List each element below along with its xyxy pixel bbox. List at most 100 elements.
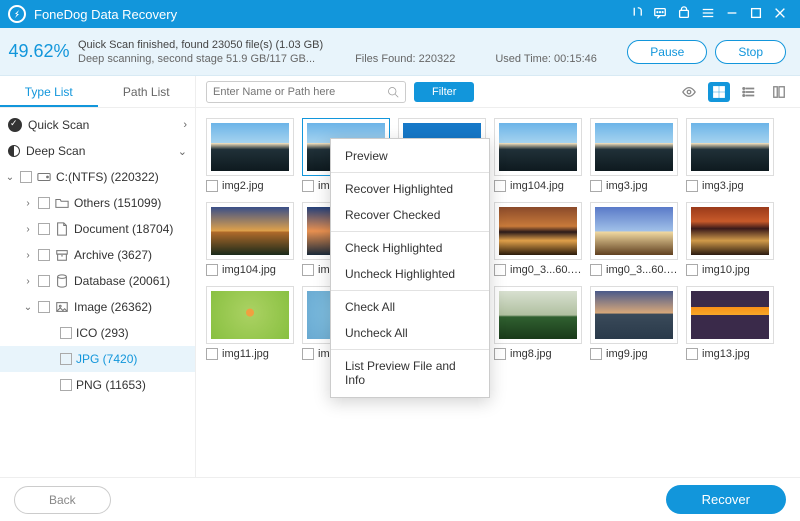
node-archive[interactable]: › Archive (3627)	[0, 242, 195, 268]
node-deep-scan[interactable]: Deep Scan ⌄	[0, 138, 195, 164]
thumbnail-item[interactable]: img9.jpg	[590, 286, 678, 360]
chevron-right-icon[interactable]: ›	[22, 198, 34, 209]
checkbox[interactable]	[590, 348, 602, 360]
node-quick-scan[interactable]: Quick Scan ›	[0, 112, 195, 138]
thumbnail-grid-wrap[interactable]: img2.jpgimg1.jpgimg2.jpgimg104.jpgimg3.j…	[196, 108, 800, 477]
menu-icon[interactable]	[696, 6, 720, 23]
node-image[interactable]: ⌄ Image (26362)	[0, 294, 195, 320]
node-png[interactable]: PNG (11653)	[0, 372, 195, 398]
checkbox[interactable]	[60, 379, 72, 391]
thumbnail-item[interactable]: img11.jpg	[206, 286, 294, 360]
stop-button[interactable]: Stop	[715, 40, 786, 64]
checkbox[interactable]	[38, 249, 50, 261]
thumbnail[interactable]	[686, 286, 774, 344]
others-label: Others (151099)	[74, 196, 161, 210]
close-icon[interactable]	[768, 6, 792, 23]
chevron-right-icon[interactable]: ›	[22, 276, 34, 287]
chevron-down-icon[interactable]: ⌄	[22, 302, 34, 313]
checkbox[interactable]	[686, 264, 698, 276]
thumbnail[interactable]	[686, 118, 774, 176]
thumbnail[interactable]	[206, 202, 294, 260]
thumbnail-item[interactable]: img104.jpg	[206, 202, 294, 276]
checkbox[interactable]	[590, 264, 602, 276]
recover-button[interactable]: Recover	[666, 485, 786, 514]
cart-icon[interactable]	[672, 6, 696, 23]
thumbnail[interactable]	[206, 286, 294, 344]
checkbox[interactable]	[38, 275, 50, 287]
preview-toggle-icon[interactable]	[678, 82, 700, 102]
checkbox[interactable]	[686, 180, 698, 192]
checkbox[interactable]	[38, 301, 50, 313]
search-input[interactable]	[213, 86, 387, 98]
search-box[interactable]	[206, 81, 406, 103]
thumbnail[interactable]	[590, 286, 678, 344]
ctx-uncheck-all[interactable]: Uncheck All	[331, 320, 489, 346]
checkbox[interactable]	[302, 264, 314, 276]
checkbox[interactable]	[38, 197, 50, 209]
ctx-list-preview-info[interactable]: List Preview File and Info	[331, 353, 489, 393]
tab-type-list[interactable]: Type List	[0, 76, 98, 107]
checkbox[interactable]	[20, 171, 32, 183]
thumbnail-item[interactable]: img13.jpg	[686, 286, 774, 360]
thumbnail[interactable]	[494, 118, 582, 176]
node-database[interactable]: › Database (20061)	[0, 268, 195, 294]
back-button[interactable]: Back	[14, 486, 111, 514]
checkbox[interactable]	[590, 180, 602, 192]
minimize-icon[interactable]	[720, 6, 744, 23]
thumbnail-item[interactable]: img3.jpg	[590, 118, 678, 192]
checkbox[interactable]	[686, 348, 698, 360]
filter-button[interactable]: Filter	[414, 82, 474, 102]
ctx-check-all[interactable]: Check All	[331, 294, 489, 320]
thumbnail[interactable]	[686, 202, 774, 260]
chevron-right-icon[interactable]: ›	[22, 250, 34, 261]
thumbnail[interactable]	[206, 118, 294, 176]
thumbnail[interactable]	[494, 202, 582, 260]
thumbnail-item[interactable]: img104.jpg	[494, 118, 582, 192]
ctx-recover-checked[interactable]: Recover Checked	[331, 202, 489, 228]
checkbox[interactable]	[302, 180, 314, 192]
pause-button[interactable]: Pause	[627, 40, 707, 64]
tree[interactable]: Quick Scan › Deep Scan ⌄ ⌄ C:(NTFS) (220…	[0, 108, 195, 477]
chevron-right-icon[interactable]: ›	[22, 224, 34, 235]
checkbox[interactable]	[38, 223, 50, 235]
checkbox[interactable]	[494, 180, 506, 192]
list-view-icon[interactable]	[738, 82, 760, 102]
maximize-icon[interactable]	[744, 6, 768, 23]
checkbox[interactable]	[60, 353, 72, 365]
checkbox[interactable]	[494, 264, 506, 276]
thumbnail-item[interactable]: img8.jpg	[494, 286, 582, 360]
tab-path-list[interactable]: Path List	[98, 76, 196, 107]
checkbox[interactable]	[494, 348, 506, 360]
grid-view-icon[interactable]	[708, 82, 730, 102]
thumbnail-image	[691, 123, 769, 171]
ctx-uncheck-highlighted[interactable]: Uncheck Highlighted	[331, 261, 489, 287]
thumbnail-item[interactable]: img2.jpg	[206, 118, 294, 192]
thumbnail-item[interactable]: img3.jpg	[686, 118, 774, 192]
ctx-preview[interactable]: Preview	[331, 143, 489, 169]
separator	[331, 349, 489, 350]
checkbox[interactable]	[206, 264, 218, 276]
thumbnail[interactable]	[590, 118, 678, 176]
thumbnail-item[interactable]: img0_3...60.jpg	[590, 202, 678, 276]
checkbox[interactable]	[206, 180, 218, 192]
ctx-check-highlighted[interactable]: Check Highlighted	[331, 235, 489, 261]
checkbox[interactable]	[206, 348, 218, 360]
node-others[interactable]: › Others (151099)	[0, 190, 195, 216]
node-drive-c[interactable]: ⌄ C:(NTFS) (220322)	[0, 164, 195, 190]
node-document[interactable]: › Document (18704)	[0, 216, 195, 242]
thumbnail[interactable]	[590, 202, 678, 260]
ctx-recover-highlighted[interactable]: Recover Highlighted	[331, 176, 489, 202]
feedback-icon[interactable]	[624, 6, 648, 23]
node-jpg[interactable]: JPG (7420)	[0, 346, 195, 372]
thumbnail-caption: img104.jpg	[206, 264, 294, 276]
node-ico[interactable]: ICO (293)	[0, 320, 195, 346]
detail-view-icon[interactable]	[768, 82, 790, 102]
chevron-down-icon[interactable]: ⌄	[4, 172, 16, 183]
message-icon[interactable]	[648, 6, 672, 23]
checkbox[interactable]	[60, 327, 72, 339]
thumbnail-filename: img10.jpg	[702, 264, 750, 276]
thumbnail-item[interactable]: img10.jpg	[686, 202, 774, 276]
checkbox[interactable]	[302, 348, 314, 360]
thumbnail-item[interactable]: img0_3...60.jpg	[494, 202, 582, 276]
thumbnail[interactable]	[494, 286, 582, 344]
